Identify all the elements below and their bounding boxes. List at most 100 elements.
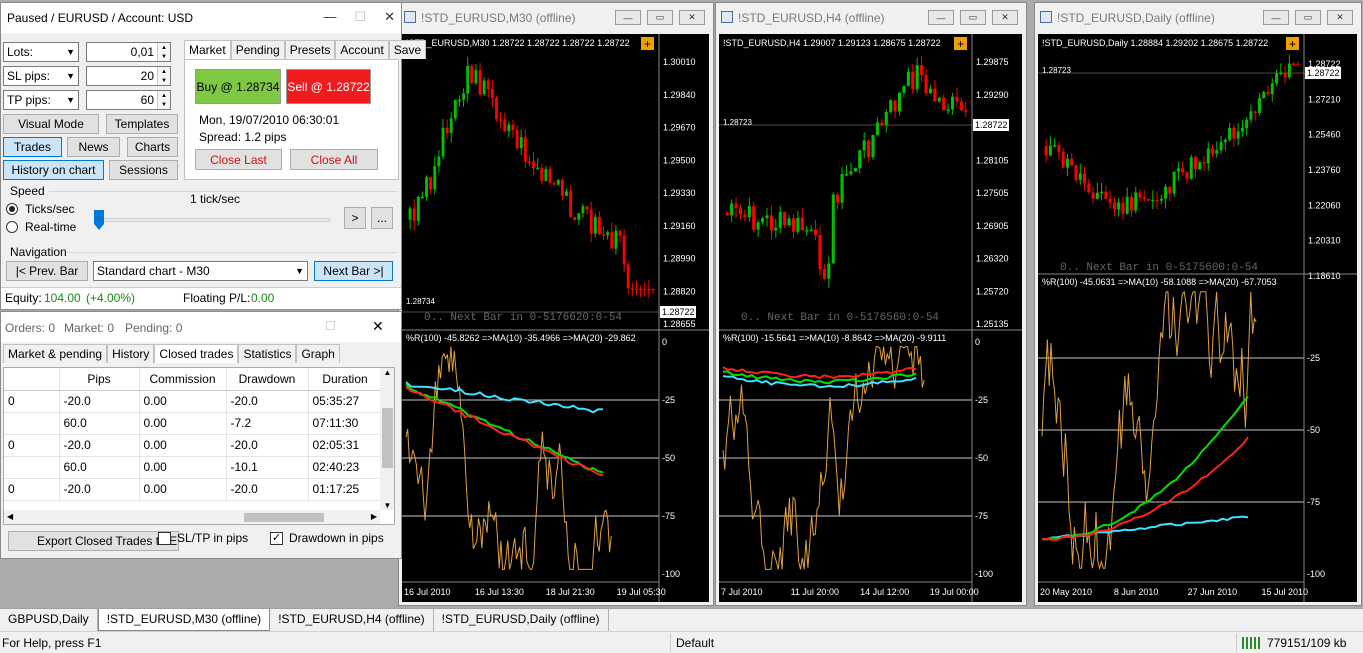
stepper-icon[interactable]: ▲ ▼ (157, 91, 170, 109)
chart-tab-h4[interactable]: !STD_EURUSD,H4 (offline) (270, 609, 434, 631)
column-header[interactable]: Commission (139, 368, 227, 391)
drawdown-checkbox[interactable]: ✓ (270, 532, 283, 545)
speed-slider-track[interactable] (94, 218, 330, 222)
time-tick-label: 18 Jul 21:30 (546, 587, 595, 597)
chart-tab-daily[interactable]: !STD_EURUSD,Daily (offline) (434, 609, 609, 631)
tab-market[interactable]: Market (184, 40, 231, 59)
minimize-button[interactable]: — (1263, 10, 1289, 25)
maximize-icon[interactable]: ☐ (354, 9, 366, 25)
status-divider (1236, 634, 1237, 652)
scroll-left-icon[interactable]: ◀ (7, 512, 13, 521)
export-closed-trades-button[interactable]: Export Closed Trades to E (8, 531, 179, 551)
lots-dropdown[interactable]: Lots: ▼ (3, 42, 79, 62)
column-header[interactable]: Pips (59, 368, 140, 391)
close-icon[interactable]: ✕ (384, 9, 395, 25)
restore-button[interactable]: ▭ (647, 10, 673, 25)
news-button[interactable]: News (67, 137, 120, 157)
sl-pips-input[interactable]: 20 ▲ ▼ (86, 66, 171, 86)
scroll-up-icon[interactable]: ▲ (380, 368, 394, 377)
lots-input[interactable]: 0,01 ▲ ▼ (86, 42, 171, 62)
trades-button[interactable]: Trades (3, 137, 62, 157)
candle-body (1129, 196, 1133, 211)
price-chart-daily[interactable]: !STD_EURUSD,Daily 1.28884 1.29202 1.2867… (1038, 34, 1357, 602)
candle-body (942, 97, 946, 111)
candle-body (532, 161, 535, 169)
tab-statistics[interactable]: Statistics (238, 344, 297, 363)
tab-closed-trades[interactable]: Closed trades (154, 344, 239, 363)
tab-history[interactable]: History (107, 344, 155, 363)
pending-count: Pending: 0 (125, 321, 183, 335)
stepper-icon[interactable]: ▲ ▼ (157, 43, 170, 61)
tab-graph[interactable]: Graph (296, 344, 340, 363)
buy-button[interactable]: Buy @ 1.28734 (195, 69, 281, 104)
table-row[interactable]: 0 -20.0 0.00 -20.0 02:05:31 (4, 434, 383, 457)
close-all-button[interactable]: Close All (290, 149, 378, 170)
table-row[interactable]: 0 -20.0 0.00 -20.0 01:17:25 (4, 478, 383, 501)
table-row[interactable]: 60.0 0.00 -7.2 07:11:30 (4, 412, 383, 435)
candle-body (1083, 173, 1087, 184)
close-icon[interactable]: ✕ (372, 318, 384, 335)
price-chart-m30[interactable]: !STD_EURUSD,M30 1.28722 1.28722 1.28722 … (402, 34, 709, 602)
visual-mode-button[interactable]: Visual Mode (3, 114, 99, 134)
candle-body (937, 97, 941, 102)
tab-pending[interactable]: Pending (230, 40, 285, 59)
minimize-icon[interactable]: — (323, 9, 336, 25)
column-header[interactable]: Drawdown (226, 368, 309, 391)
time-tick-label: 27 Jun 2010 (1188, 587, 1238, 597)
candle-body (769, 215, 773, 231)
scroll-thumb[interactable] (382, 408, 393, 468)
simulator-control-window[interactable]: Paused / EURUSD / Account: USD — ☐ ✕ Lots:… (0, 2, 427, 310)
radio-ticks-sec[interactable] (6, 203, 18, 215)
vertical-scrollbar[interactable]: ▲ ▼ (380, 368, 394, 510)
minimize-button[interactable]: — (928, 10, 954, 25)
prev-bar-button[interactable]: |< Prev. Bar (6, 261, 88, 281)
column-header[interactable] (4, 368, 60, 391)
column-header[interactable]: Duration (308, 368, 383, 391)
play-button[interactable]: > (344, 207, 366, 229)
stepper-icon[interactable]: ▲ ▼ (157, 67, 170, 85)
chart-window-h4[interactable]: !STD_EURUSD,H4 (offline) — ▭ ✕ !STD_EURUSD… (715, 2, 1027, 606)
maximize-icon[interactable]: ☐ (325, 319, 336, 333)
speed-slider-thumb[interactable] (94, 210, 104, 230)
close-button[interactable]: ✕ (992, 10, 1018, 25)
orders-window[interactable]: Orders: 0 Market: 0 Pending: 0 ☐ ✕ Marke… (0, 311, 402, 559)
moving-average-line (1041, 436, 1249, 542)
close-last-button[interactable]: Close Last (195, 149, 282, 170)
chart-tab-m30[interactable]: !STD_EURUSD,M30 (offline) (97, 609, 271, 631)
templates-button[interactable]: Templates (106, 114, 178, 134)
sltp-checkbox[interactable] (158, 532, 171, 545)
restore-button[interactable]: ▭ (1295, 10, 1321, 25)
tab-account[interactable]: Account (335, 40, 389, 59)
sell-button[interactable]: Sell @ 1.28722 (286, 69, 371, 104)
scroll-thumb[interactable] (244, 513, 324, 522)
table-row[interactable]: 60.0 0.00 -10.1 02:40:23 (4, 456, 383, 479)
price-chart-h4[interactable]: !STD_EURUSD,H4 1.29007 1.29123 1.28675 1… (719, 34, 1022, 602)
radio-real-time[interactable] (6, 221, 18, 233)
next-bar-button[interactable]: Next Bar >| (314, 261, 393, 281)
chart-tab-gbpusd-daily[interactable]: GBPUSD,Daily (0, 609, 98, 631)
chart-type-dropdown[interactable]: Standard chart - M30 ▼ (93, 261, 308, 281)
scroll-down-icon[interactable]: ▼ (380, 501, 394, 510)
history-on-chart-button[interactable]: History on chart (3, 160, 104, 180)
tab-market-pending[interactable]: Market & pending (3, 344, 108, 363)
sl-pips-dropdown[interactable]: SL pips: ▼ (3, 66, 79, 86)
candle-body (585, 206, 589, 210)
horizontal-scrollbar[interactable]: ◀ ▶ (4, 510, 380, 524)
tp-pips-input[interactable]: 60 ▲ ▼ (86, 90, 171, 110)
restore-button[interactable]: ▭ (960, 10, 986, 25)
scroll-right-icon[interactable]: ▶ (371, 512, 377, 521)
close-button[interactable]: ✕ (1327, 10, 1353, 25)
table-row[interactable]: 0 -20.0 0.00 -20.0 05:35:27 (4, 390, 383, 413)
tab-presets[interactable]: Presets (284, 40, 336, 59)
tab-save[interactable]: Save (388, 40, 427, 59)
close-button[interactable]: ✕ (679, 10, 705, 25)
sessions-button[interactable]: Sessions (109, 160, 178, 180)
chart-window-daily[interactable]: !STD_EURUSD,Daily (offline) — ▭ ✕ !STD_EUR… (1034, 2, 1362, 606)
chart-window-m30[interactable]: !STD_EURUSD,M30 (offline) — ▭ ✕ !STD_EURUS… (398, 2, 714, 606)
candle-body (1168, 186, 1172, 194)
candle-body (844, 174, 849, 176)
charts-button[interactable]: Charts (127, 137, 178, 157)
minimize-button[interactable]: — (615, 10, 641, 25)
more-options-button[interactable]: ... (371, 207, 393, 229)
tp-pips-dropdown[interactable]: TP pips: ▼ (3, 90, 79, 110)
